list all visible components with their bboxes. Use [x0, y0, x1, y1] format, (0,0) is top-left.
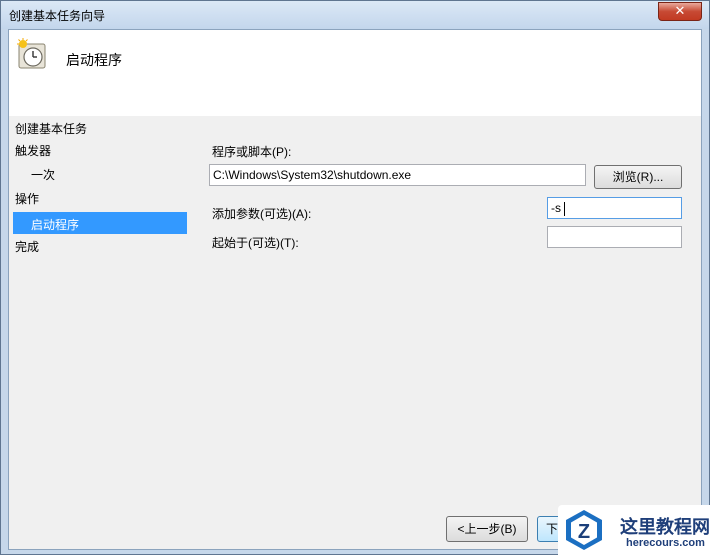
text-caret: [564, 201, 565, 216]
wizard-client-area: 启动程序 创建基本任务 触发器 一次 操作 启动程序 完成 程序或脚本(P): …: [8, 29, 702, 550]
watermark-subtitle: herecours.com: [626, 537, 705, 549]
close-icon: ✕: [674, 3, 686, 18]
program-field[interactable]: C:\Windows\System32\shutdown.exe: [209, 164, 586, 186]
step-finish[interactable]: 完成: [15, 238, 39, 255]
args-label: 添加参数(可选)(A):: [212, 207, 312, 221]
steps-heading: 创建基本任务: [15, 122, 88, 136]
program-label: 程序或脚本(P):: [212, 145, 292, 159]
browse-button[interactable]: 浏览(R)...: [594, 165, 682, 189]
args-field[interactable]: -s: [547, 197, 682, 219]
page-title: 启动程序: [66, 52, 122, 68]
watermark: Z 这里教程网 herecours.com: [558, 505, 710, 555]
step-trigger[interactable]: 触发器: [15, 142, 51, 159]
step-once[interactable]: 一次: [15, 166, 55, 183]
title-bar[interactable]: 创建基本任务向导 ✕: [1, 1, 709, 29]
back-label: <上一步(B): [457, 522, 517, 536]
step-action[interactable]: 操作: [15, 190, 39, 207]
start-in-field[interactable]: [547, 226, 682, 248]
start-in-label: 起始于(可选)(T):: [212, 236, 299, 250]
wizard-window: 创建基本任务向导 ✕ 启动程序 创建基本任务 触发器 一次 操作 启动程序 完成…: [0, 0, 710, 555]
step-start-program-label: 启动程序: [31, 218, 80, 232]
args-value: -s: [551, 201, 561, 215]
next-label: 下: [545, 522, 558, 536]
wizard-header: 启动程序: [9, 30, 701, 116]
close-button[interactable]: ✕: [658, 2, 702, 21]
watermark-title: 这里教程网: [620, 517, 710, 537]
browse-label: 浏览(R)...: [612, 170, 664, 184]
task-clock-icon: [17, 38, 46, 69]
step-start-program-selected[interactable]: 启动程序: [13, 212, 187, 234]
steps-pane: 创建基本任务 触发器 一次 操作 启动程序 完成: [9, 116, 191, 549]
program-value: C:\Windows\System32\shutdown.exe: [213, 168, 412, 182]
z-logo-icon: Z: [566, 510, 602, 550]
window-title: 创建基本任务向导: [9, 9, 106, 23]
back-button[interactable]: <上一步(B): [446, 516, 528, 542]
logo-letter: Z: [578, 521, 590, 543]
